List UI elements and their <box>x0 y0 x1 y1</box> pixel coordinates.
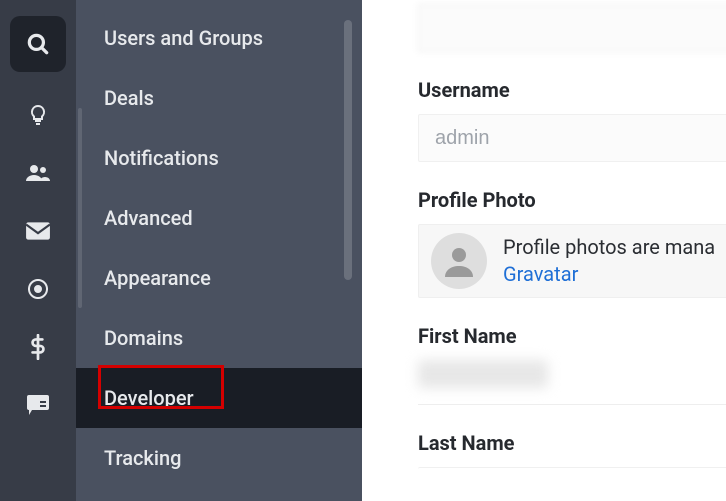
search-button[interactable] <box>10 16 66 72</box>
last-name-input[interactable] <box>418 467 726 487</box>
rail-item-chat[interactable] <box>18 390 58 420</box>
sidebar-item-label: Tracking <box>104 446 181 470</box>
sidebar-item-label: Appearance <box>104 266 211 290</box>
sidebar-item-deals[interactable]: Deals <box>76 68 362 128</box>
sidebar-item-notifications[interactable]: Notifications <box>76 128 362 188</box>
sidebar-item-label: Developer <box>104 386 194 410</box>
mail-icon <box>25 221 51 241</box>
chat-icon <box>26 394 50 416</box>
rail-item-ideas[interactable] <box>18 100 58 130</box>
sidebar-item-label: Users and Groups <box>104 26 263 50</box>
profile-photo-label: Profile Photo <box>418 188 726 212</box>
search-icon <box>25 31 51 57</box>
person-icon <box>439 241 479 281</box>
main-content: Username Profile Photo Profile photos ar… <box>362 0 726 501</box>
rail-item-automation[interactable] <box>18 274 58 304</box>
redacted-field <box>418 4 726 52</box>
divider <box>418 404 726 405</box>
sidebar-scroll-track <box>78 108 82 308</box>
username-input[interactable] <box>418 114 726 162</box>
profile-photo-row: Profile photos are mana Gravatar <box>418 224 726 298</box>
sidebar-scrollbar[interactable] <box>344 20 352 280</box>
username-label: Username <box>418 78 726 102</box>
sidebar-item-appearance[interactable]: Appearance <box>76 248 362 308</box>
rail-item-contacts[interactable] <box>18 158 58 188</box>
sidebar-item-label: Notifications <box>104 146 219 170</box>
rail-item-finance[interactable] <box>18 332 58 362</box>
dollar-icon <box>29 334 47 360</box>
people-icon <box>25 161 51 185</box>
sidebar-item-domains[interactable]: Domains <box>76 308 362 368</box>
lightbulb-icon <box>26 103 50 127</box>
first-name-redacted <box>418 360 548 388</box>
last-name-label: Last Name <box>418 431 726 455</box>
sidebar-item-label: Domains <box>104 326 183 350</box>
sidebar-item-advanced[interactable]: Advanced <box>76 188 362 248</box>
gravatar-link[interactable]: Gravatar <box>503 262 578 286</box>
sidebar-item-developer[interactable]: Developer <box>76 368 362 428</box>
settings-sidebar: Users and Groups Deals Notifications Adv… <box>76 0 362 501</box>
first-name-label: First Name <box>418 324 726 348</box>
avatar <box>431 233 487 289</box>
sidebar-item-label: Advanced <box>104 206 193 230</box>
rail-item-mail[interactable] <box>18 216 58 246</box>
icon-rail <box>0 0 76 501</box>
settings-gear-icon <box>26 277 50 301</box>
profile-photo-desc: Profile photos are mana <box>503 235 715 259</box>
sidebar-item-users-and-groups[interactable]: Users and Groups <box>76 8 362 68</box>
profile-photo-text: Profile photos are mana Gravatar <box>503 234 715 288</box>
sidebar-item-tracking[interactable]: Tracking <box>76 428 362 488</box>
sidebar-item-label: Deals <box>104 86 154 110</box>
